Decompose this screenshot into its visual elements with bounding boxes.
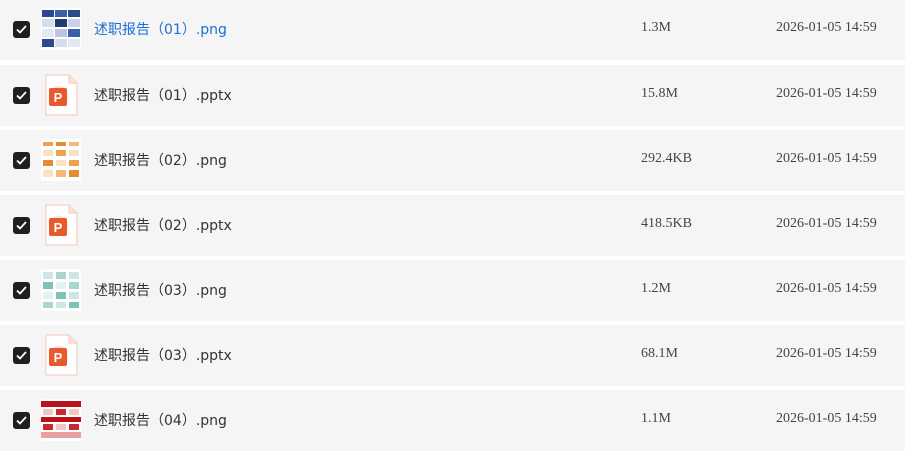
file-size: 418.5KB [641, 216, 692, 231]
checkbox-checked[interactable] [13, 282, 30, 299]
file-name[interactable]: 述职报告（04）.png [94, 410, 227, 430]
file-row[interactable]: P 述职报告（01）.pptx 15.8M 2026-01-05 14:59 [0, 65, 905, 126]
file-date: 2026-01-05 14:59 [776, 86, 877, 101]
file-row[interactable]: 述职报告（03）.png 1.2M 2026-01-05 14:59 [0, 260, 905, 321]
checkbox-checked[interactable] [13, 21, 30, 38]
file-row[interactable]: P 述职报告（03）.pptx 68.1M 2026-01-05 14:59 [0, 325, 905, 386]
file-name[interactable]: 述职报告（01）.pptx [94, 85, 232, 105]
svg-text:P: P [54, 90, 63, 105]
checkmark-icon [16, 416, 27, 425]
file-date: 2026-01-05 14:59 [776, 281, 877, 296]
file-list: 述职报告（01）.png 1.3M 2026-01-05 14:59 P 述职报… [0, 0, 905, 454]
file-row[interactable]: P 述职报告（02）.pptx 418.5KB 2026-01-05 14:59 [0, 195, 905, 256]
file-date: 2026-01-05 14:59 [776, 151, 877, 166]
checkbox-checked[interactable] [13, 412, 30, 429]
image-thumbnail[interactable] [41, 139, 81, 181]
checkmark-icon [16, 25, 27, 34]
file-date: 2026-01-05 14:59 [776, 346, 877, 361]
image-thumbnail[interactable] [41, 399, 81, 441]
file-size: 292.4KB [641, 151, 692, 166]
file-size: 1.2M [641, 281, 671, 296]
file-name[interactable]: 述职报告（02）.png [94, 150, 227, 170]
file-name[interactable]: 述职报告（03）.pptx [94, 345, 232, 365]
file-name[interactable]: 述职报告（03）.png [94, 280, 227, 300]
checkbox-checked[interactable] [13, 347, 30, 364]
file-row[interactable]: 述职报告（02）.png 292.4KB 2026-01-05 14:59 [0, 130, 905, 191]
file-date: 2026-01-05 14:59 [776, 411, 877, 426]
checkmark-icon [16, 286, 27, 295]
checkmark-icon [16, 221, 27, 230]
file-size: 1.3M [641, 20, 671, 35]
file-date: 2026-01-05 14:59 [776, 20, 877, 35]
powerpoint-icon[interactable]: P [41, 334, 81, 376]
file-name-link[interactable]: 述职报告（01）.png [94, 19, 227, 39]
checkmark-icon [16, 91, 27, 100]
file-date: 2026-01-05 14:59 [776, 216, 877, 231]
checkmark-icon [16, 351, 27, 360]
image-thumbnail[interactable] [41, 8, 81, 50]
file-size: 68.1M [641, 346, 678, 361]
checkbox-checked[interactable] [13, 87, 30, 104]
powerpoint-icon[interactable]: P [41, 74, 81, 116]
svg-text:P: P [54, 350, 63, 365]
checkmark-icon [16, 156, 27, 165]
image-thumbnail[interactable] [41, 269, 81, 311]
file-size: 1.1M [641, 411, 671, 426]
powerpoint-icon[interactable]: P [41, 204, 81, 246]
svg-text:P: P [54, 220, 63, 235]
file-name[interactable]: 述职报告（02）.pptx [94, 215, 232, 235]
checkbox-checked[interactable] [13, 152, 30, 169]
checkbox-checked[interactable] [13, 217, 30, 234]
file-row[interactable]: 述职报告（01）.png 1.3M 2026-01-05 14:59 [0, 0, 905, 60]
file-row[interactable]: 述职报告（04）.png 1.1M 2026-01-05 14:59 [0, 390, 905, 451]
file-size: 15.8M [641, 86, 678, 101]
